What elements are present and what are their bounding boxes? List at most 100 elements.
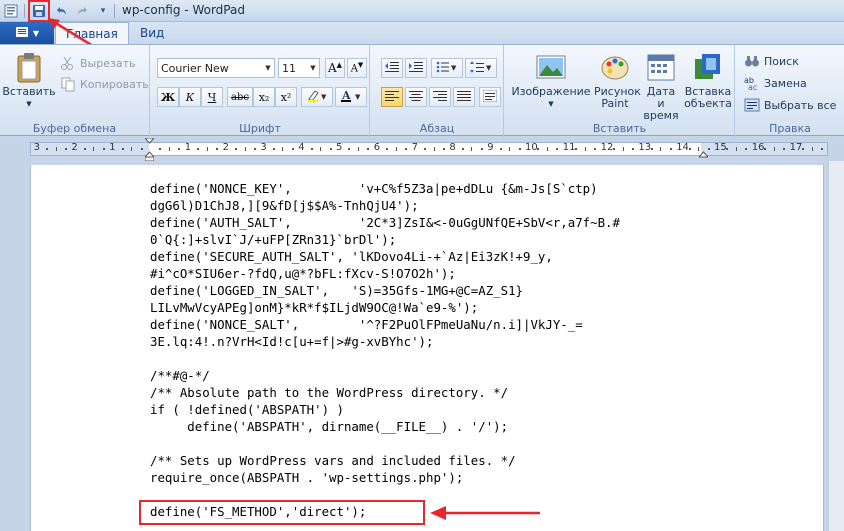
shrink-font-button[interactable]: A▼ <box>347 58 367 78</box>
clipboard-group-label: Буфер обмена <box>32 122 117 135</box>
font-family-select[interactable]: Courier New ▼ <box>157 58 275 78</box>
ruler-tick-mark <box>669 148 672 150</box>
insert-object-button[interactable]: Вставка объекта <box>683 51 733 110</box>
paragraph-button[interactable] <box>479 87 501 107</box>
find-button[interactable]: Поиск <box>744 51 799 71</box>
fs-method-annotation-arrow <box>430 506 540 520</box>
insert-group-label: Вставить <box>592 122 647 135</box>
align-right-button[interactable] <box>429 87 451 107</box>
list-button[interactable]: ▼ <box>431 58 463 78</box>
ruler-tick-mark <box>537 148 540 150</box>
paint-drawing-button[interactable]: Рисунок Paint <box>591 51 641 110</box>
ruler-tick-mark <box>745 148 748 150</box>
font-group: Courier New ▼ 11 ▼ A▲ A▼ Ж К Ч abc x₂ x²… <box>151 45 370 137</box>
editing-group-label: Правка <box>769 122 811 135</box>
ruler-tick-label: 13 <box>638 142 652 153</box>
ruler-tick-mark <box>546 147 548 151</box>
ruler-tick-label: 1 <box>109 142 116 153</box>
ruler-tick-mark <box>216 148 219 150</box>
strikethrough-button[interactable]: abc <box>227 87 253 107</box>
ruler-tick-mark <box>329 148 332 150</box>
insert-image-button[interactable]: Изображение ▼ <box>511 51 591 110</box>
paragraph-group: ▼ ▼ Абзац <box>371 45 504 137</box>
ruler-tick-mark <box>480 148 483 150</box>
clipboard-group: Вставить ▼ Вырезать Копировать Буфер обм… <box>0 45 150 137</box>
title-bar: ▾ wp-config - WordPad <box>0 0 844 22</box>
insert-image-label: Изображение <box>511 85 591 98</box>
ruler[interactable]: 3 2 1 1 2 3 4 5 6 7 8 9 10 11 12 13 14 15 16 17 <box>30 137 828 162</box>
document-text[interactable]: define('NONCE_KEY', 'v+C%f5Z3a|pe+dDLu {… <box>150 180 620 520</box>
svg-text:▼: ▼ <box>486 64 492 72</box>
font-size-select[interactable]: 11 ▼ <box>278 58 320 78</box>
chevron-down-icon: ▼ <box>265 64 271 72</box>
code-line: define('NONCE_KEY', 'v+C%f5Z3a|pe+dDLu {… <box>150 181 598 196</box>
code-line: #i^cO*SIU6er-?fdQ,u@*?bFL:fXcv-S!O7O2h')… <box>150 266 456 281</box>
date-time-button[interactable]: Дата и время <box>641 51 681 122</box>
replace-button[interactable]: ab ac Замена <box>744 73 807 93</box>
ruler-tick-mark <box>386 148 389 150</box>
ruler-tick-mark <box>46 148 49 150</box>
ruler-tick-mark <box>726 148 729 150</box>
ruler-tick-mark <box>235 148 238 150</box>
align-right-icon <box>433 90 447 105</box>
superscript-button[interactable]: x² <box>275 87 297 107</box>
decrease-indent-button[interactable] <box>381 58 403 78</box>
paste-button[interactable]: Вставить ▼ <box>2 51 56 110</box>
find-label: Поиск <box>764 54 799 68</box>
ruler-tick-label: 5 <box>336 142 343 153</box>
highlight-color-button[interactable]: ▼ <box>301 87 333 107</box>
cut-button[interactable]: Вырезать <box>60 53 135 73</box>
ruler-tick-mark <box>159 148 162 150</box>
scissors-icon <box>60 55 76 71</box>
increase-indent-icon <box>409 61 423 76</box>
date-time-label: Дата и время <box>643 85 679 122</box>
wordpad-app-icon[interactable] <box>2 2 20 20</box>
ruler-tick-mark <box>518 148 521 150</box>
ruler-tick-mark <box>282 147 284 151</box>
code-line: if ( !defined('ABSPATH') ) <box>150 402 344 417</box>
justify-button[interactable] <box>453 87 475 107</box>
font-family-value: Courier New <box>161 61 229 75</box>
right-indent-marker[interactable] <box>697 138 710 162</box>
align-left-button[interactable] <box>381 87 403 107</box>
ruler-tick-label: 10 <box>525 142 538 153</box>
decrease-indent-icon <box>385 61 399 76</box>
select-all-button[interactable]: Выбрать все <box>744 95 836 115</box>
image-icon <box>536 55 566 79</box>
font-color-button[interactable]: A ▼ <box>335 87 367 107</box>
code-line: /** Sets up WordPress vars and included … <box>150 453 516 468</box>
italic-button[interactable]: К <box>179 87 201 107</box>
align-center-button[interactable] <box>405 87 427 107</box>
ruler-tick-mark <box>783 148 786 150</box>
ruler-tick-mark <box>509 147 511 151</box>
ruler-tick-mark <box>811 147 813 151</box>
code-line: 0`Q{:]+slvI`J/+uFP[ZRn31}`brDl'); <box>150 232 397 247</box>
ruler-tick-mark <box>244 147 246 151</box>
paste-label: Вставить <box>2 85 56 98</box>
code-line: dgG6l)D1ChJ8,][9&fD[j$$A%-TnhQjU4'); <box>150 198 419 213</box>
code-line: define('SECURE_AUTH_SALT', 'lKDovo4Li-+`… <box>150 249 553 264</box>
vertical-scrollbar[interactable] <box>828 161 844 531</box>
ruler-tick-label: 2 <box>71 142 78 153</box>
ruler-tick-mark <box>631 148 634 150</box>
underline-button[interactable]: Ч <box>201 87 223 107</box>
cut-label: Вырезать <box>80 56 136 70</box>
align-center-icon <box>409 90 423 105</box>
ruler-tick-label: 9 <box>487 142 494 153</box>
code-line: 3E.lq:4!.n?VrH<Id!c[u+=f|>#g-xvBYhc'); <box>150 334 434 349</box>
subscript-button[interactable]: x₂ <box>253 87 275 107</box>
ruler-tick-mark <box>272 148 275 150</box>
line-spacing-button[interactable]: ▼ <box>465 58 497 78</box>
paragraph-settings-icon <box>482 89 498 105</box>
left-indent-marker[interactable] <box>143 137 156 162</box>
ruler-tick-label: 4 <box>298 142 305 153</box>
paint-drawing-label: Рисунок Paint <box>594 85 641 110</box>
bold-button[interactable]: Ж <box>157 87 179 107</box>
code-line: define('LOGGED_IN_SALT', 'S)=35Gfs-1MG+@… <box>150 283 523 298</box>
increase-indent-button[interactable] <box>405 58 427 78</box>
insert-object-label: Вставка объекта <box>684 85 732 110</box>
tab-view[interactable]: Вид <box>130 22 174 44</box>
paste-icon <box>17 53 41 83</box>
copy-button[interactable]: Копировать <box>60 74 149 94</box>
grow-font-button[interactable]: A▲ <box>325 58 345 78</box>
